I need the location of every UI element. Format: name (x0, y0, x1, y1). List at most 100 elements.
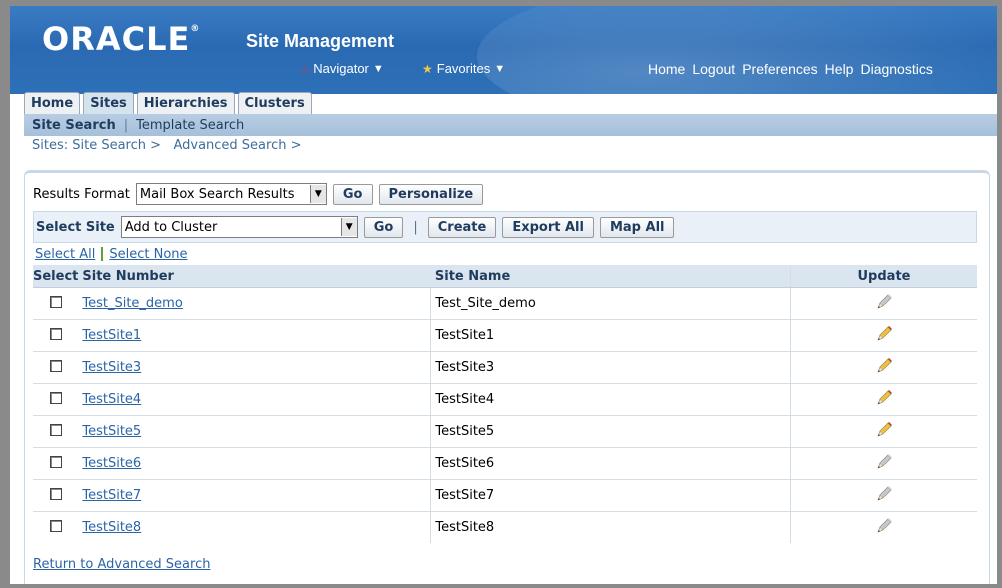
breadcrumb-separator: > (290, 138, 302, 153)
site-number-cell: TestSite5 (78, 415, 431, 448)
site-number-link[interactable]: TestSite5 (82, 424, 141, 439)
global-link-logout[interactable]: Logout (692, 61, 735, 77)
pencil-icon[interactable] (875, 325, 893, 347)
table-body: Test_Site_demo Test_Site_demo TestSite1 Tes… (33, 287, 977, 543)
pencil-icon[interactable] (875, 357, 893, 379)
breadcrumb-advanced-search[interactable]: Advanced Search (173, 138, 286, 153)
row-checkbox[interactable] (49, 487, 62, 500)
update-cell (790, 447, 977, 480)
pencil-icon (875, 293, 893, 315)
site-number-cell: TestSite6 (78, 447, 431, 480)
subtab-template-search[interactable]: Template Search (128, 118, 252, 133)
site-number-cell: Test_Site_demo (78, 287, 431, 320)
app-window: ORACLE® Site Management ⌂ Navigator ▼ ★ … (10, 6, 997, 584)
row-checkbox[interactable] (49, 327, 62, 340)
row-checkbox[interactable] (49, 359, 62, 372)
site-number-link[interactable]: TestSite4 (82, 392, 141, 407)
row-select-cell (33, 415, 79, 448)
main-tabs: Home Sites Hierarchies Clusters (24, 92, 312, 114)
site-number-cell: TestSite1 (78, 319, 431, 352)
dropdown-arrow-icon: ▼ (309, 185, 326, 203)
table-row: Test_Site_demo Test_Site_demo (33, 287, 977, 320)
update-cell (790, 511, 977, 543)
row-select-cell (33, 351, 79, 384)
pencil-icon (875, 485, 893, 507)
global-link-home[interactable]: Home (648, 61, 685, 77)
subtab-site-search[interactable]: Site Search (24, 118, 124, 133)
results-go-button[interactable]: Go (332, 183, 373, 205)
home-icon: ⌂ (302, 61, 310, 76)
return-link-text[interactable]: Return to Advanced Search (33, 557, 210, 572)
table-row: TestSite8 TestSite8 (33, 511, 977, 543)
site-number-link[interactable]: TestSite8 (82, 520, 141, 535)
dropdown-arrow-icon: ▼ (340, 218, 357, 236)
row-checkbox[interactable] (49, 295, 62, 308)
row-select-cell (33, 447, 79, 480)
navigator-menu[interactable]: ⌂ Navigator ▼ (302, 61, 384, 76)
col-header-site-name[interactable]: Site Name (430, 265, 791, 288)
subtab-bar: Site Search | Template Search (24, 114, 997, 136)
site-name-cell: TestSite1 (430, 319, 791, 352)
site-name-cell: TestSite5 (430, 415, 791, 448)
app-title: Site Management (246, 31, 395, 51)
table-header-row: Select Site Number Site Name Update (33, 265, 977, 288)
create-button[interactable]: Create (427, 216, 497, 238)
col-header-select: Select (33, 265, 79, 288)
pencil-icon[interactable] (875, 389, 893, 411)
tab-sites[interactable]: Sites (83, 92, 134, 114)
row-checkbox[interactable] (49, 423, 62, 436)
site-number-link[interactable]: TestSite1 (82, 328, 141, 343)
sites-table-region: Select Site Add to Cluster ▼ Go | Create… (33, 211, 977, 543)
pencil-icon[interactable] (875, 421, 893, 443)
map-all-button[interactable]: Map All (599, 216, 675, 238)
table-row: TestSite6 TestSite6 (33, 447, 977, 480)
caret-down-icon: ▼ (494, 62, 506, 75)
select-site-go-button[interactable]: Go (363, 216, 404, 238)
row-checkbox[interactable] (49, 391, 62, 404)
row-checkbox[interactable] (49, 519, 62, 532)
col-header-update: Update (790, 265, 977, 288)
site-name-cell: TestSite7 (430, 479, 791, 512)
table-row: TestSite4 TestSite4 (33, 383, 977, 416)
header-decoration (477, 6, 997, 94)
tab-clusters[interactable]: Clusters (237, 92, 312, 114)
global-links: Home Logout Preferences Help Diagnostics (648, 61, 933, 77)
oracle-logo: ORACLE® (42, 20, 201, 58)
row-checkbox[interactable] (49, 455, 62, 468)
update-cell (790, 351, 977, 384)
personalize-button[interactable]: Personalize (378, 183, 484, 205)
row-select-cell (33, 511, 79, 543)
select-all-link[interactable]: Select All (35, 247, 95, 262)
global-link-diagnostics[interactable]: Diagnostics (860, 61, 932, 77)
caret-down-icon: ▼ (372, 62, 384, 75)
breadcrumb-site-search[interactable]: Sites: Site Search (32, 138, 146, 153)
global-link-help[interactable]: Help (825, 61, 854, 77)
site-number-link[interactable]: Test_Site_demo (82, 296, 182, 311)
update-cell (790, 479, 977, 512)
return-to-advanced-search-link[interactable]: Return to Advanced Search (33, 557, 210, 572)
site-number-cell: TestSite7 (78, 479, 431, 512)
sites-table: Select Site Number Site Name Update Test… (33, 265, 977, 543)
update-cell (790, 287, 977, 320)
site-number-link[interactable]: TestSite7 (82, 488, 141, 503)
favorites-menu[interactable]: ★ Favorites ▼ (422, 61, 505, 76)
site-number-link[interactable]: TestSite6 (82, 456, 141, 471)
site-name-cell: TestSite8 (430, 511, 791, 543)
table-row: TestSite3 TestSite3 (33, 351, 977, 384)
select-none-link[interactable]: Select None (109, 247, 187, 262)
site-number-link[interactable]: TestSite3 (82, 360, 141, 375)
site-name-cell: TestSite4 (430, 383, 791, 416)
results-region: Results Format Mail Box Search Results ▼… (24, 170, 990, 584)
pencil-icon (875, 453, 893, 475)
export-all-button[interactable]: Export All (502, 216, 594, 238)
col-header-site-number[interactable]: Site Number (78, 265, 431, 288)
results-format-label: Results Format (33, 186, 130, 202)
select-links: Select All Select None (33, 243, 977, 265)
results-format-select[interactable]: Mail Box Search Results ▼ (135, 183, 327, 205)
link-divider (101, 247, 104, 261)
tab-hierarchies[interactable]: Hierarchies (136, 92, 235, 114)
select-site-dropdown[interactable]: Add to Cluster ▼ (120, 216, 358, 238)
tab-home[interactable]: Home (24, 92, 81, 114)
global-link-preferences[interactable]: Preferences (742, 61, 817, 77)
table-action-bar: Select Site Add to Cluster ▼ Go | Create… (33, 211, 977, 243)
